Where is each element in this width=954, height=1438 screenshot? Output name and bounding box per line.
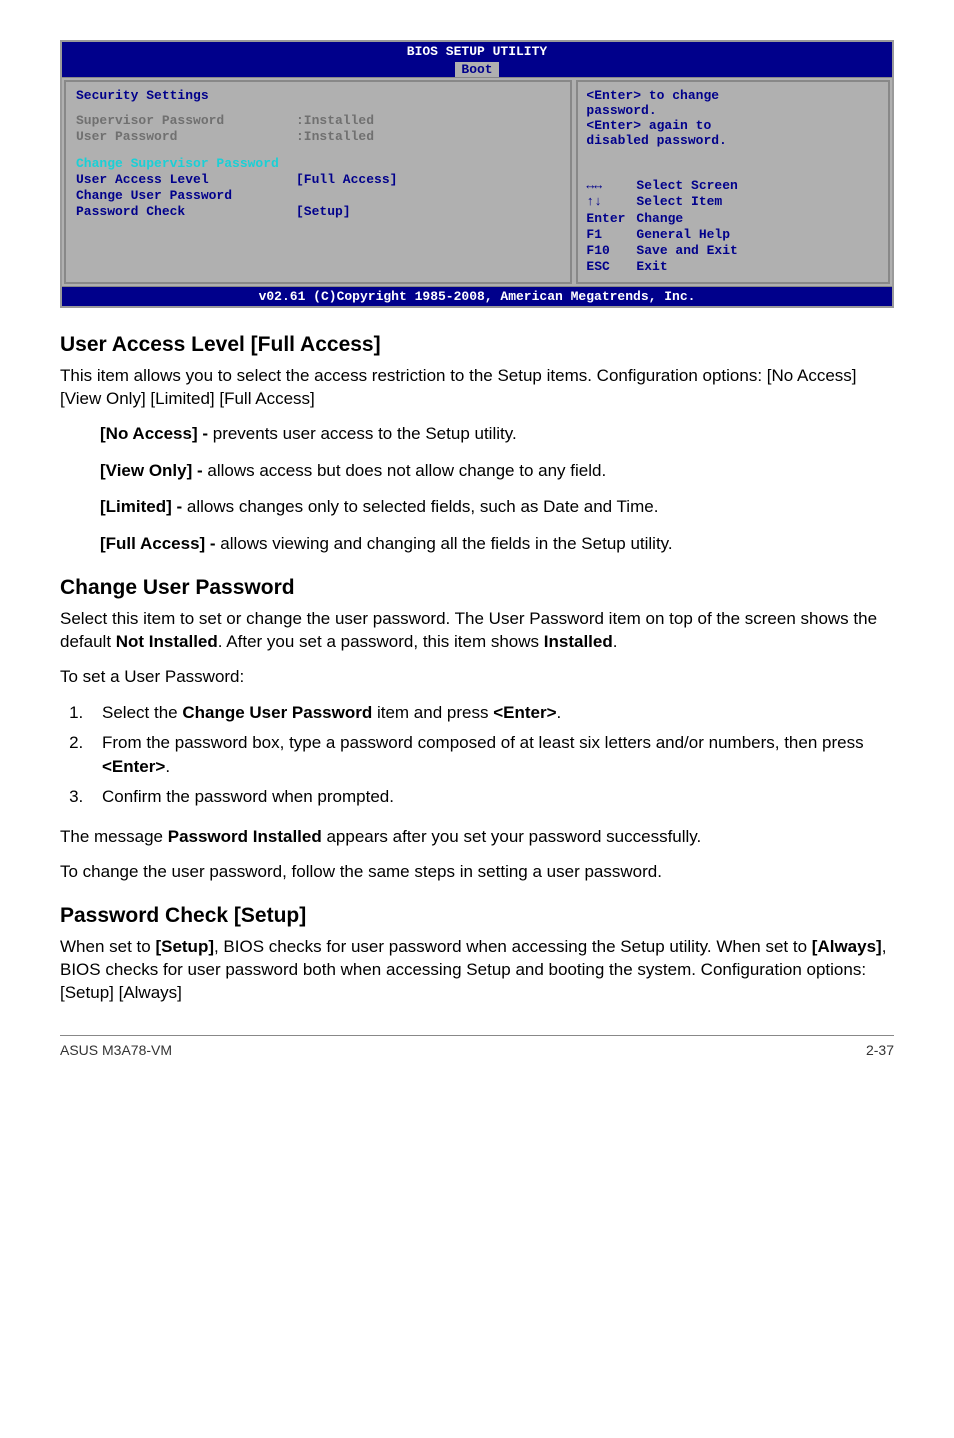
user-password-value: :Installed <box>296 129 560 145</box>
bios-screenshot: BIOS SETUP UTILITY Boot Security Setting… <box>60 40 894 308</box>
options-list: [No Access] - prevents user access to th… <box>100 423 894 557</box>
bios-right-pane: <Enter> to change password. <Enter> agai… <box>576 80 890 284</box>
step-2: From the password box, type a password c… <box>88 731 894 779</box>
paragraph: To set a User Password: <box>60 666 894 689</box>
step-1: Select the Change User Password item and… <box>88 701 894 725</box>
password-check-item[interactable]: Password Check <box>76 204 296 220</box>
bios-help-text: <Enter> to change password. <Enter> agai… <box>586 88 880 148</box>
nav-select-screen: Select Screen <box>636 178 737 194</box>
supervisor-password-value: :Installed <box>296 113 560 129</box>
user-password-label: User Password <box>76 129 296 145</box>
nav-action-exit: Exit <box>636 259 667 275</box>
change-user-password-item[interactable]: Change User Password <box>76 188 232 204</box>
bios-header: BIOS SETUP UTILITY Boot <box>62 42 892 77</box>
page-footer: ASUS M3A78-VM 2-37 <box>60 1035 894 1058</box>
nav-action-save: Save and Exit <box>636 243 737 259</box>
option-limited: [Limited] - allows changes only to selec… <box>100 496 894 519</box>
paragraph: The message Password Installed appears a… <box>60 826 894 849</box>
heading-user-access-level: User Access Level [Full Access] <box>60 333 894 357</box>
heading-password-check: Password Check [Setup] <box>60 904 894 928</box>
change-supervisor-password-item[interactable]: Change Supervisor Password <box>76 156 279 172</box>
bios-left-pane: Security Settings Supervisor Password :I… <box>64 80 572 284</box>
paragraph: This item allows you to select the acces… <box>60 365 894 411</box>
paragraph: When set to [Setup], BIOS checks for use… <box>60 936 894 1005</box>
user-access-level-value: [Full Access] <box>296 172 560 188</box>
bios-tab-boot: Boot <box>455 62 498 78</box>
help-line: disabled password. <box>586 133 880 148</box>
password-check-value: [Setup] <box>296 204 560 220</box>
nav-key-f1: F1 <box>586 227 636 243</box>
arrows-lr-icon: ↔↔ <box>586 178 636 194</box>
nav-key-enter: Enter <box>586 211 636 227</box>
nav-key-esc: ESC <box>586 259 636 275</box>
nav-key-f10: F10 <box>586 243 636 259</box>
option-no-access: [No Access] - prevents user access to th… <box>100 423 894 446</box>
heading-change-user-password: Change User Password <box>60 576 894 600</box>
option-full-access: [Full Access] - allows viewing and chang… <box>100 533 894 556</box>
nav-action-change: Change <box>636 211 683 227</box>
nav-action-help: General Help <box>636 227 730 243</box>
option-view-only: [View Only] - allows access but does not… <box>100 460 894 483</box>
supervisor-password-label: Supervisor Password <box>76 113 296 129</box>
bios-nav-hints: ↔↔ Select Screen ↑↓ Select Item Enter Ch… <box>586 178 880 276</box>
paragraph: Select this item to set or change the us… <box>60 608 894 654</box>
step-3: Confirm the password when prompted. <box>88 785 894 809</box>
bios-footer: v02.61 (C)Copyright 1985-2008, American … <box>62 287 892 306</box>
nav-select-item: Select Item <box>636 194 722 210</box>
footer-page-number: 2-37 <box>866 1042 894 1058</box>
help-line: <Enter> to change <box>586 88 880 103</box>
paragraph: To change the user password, follow the … <box>60 861 894 884</box>
bios-title: BIOS SETUP UTILITY <box>62 44 892 60</box>
steps-list: Select the Change User Password item and… <box>60 701 894 808</box>
help-line: <Enter> again to <box>586 118 880 133</box>
user-access-level-item[interactable]: User Access Level <box>76 172 296 188</box>
footer-product: ASUS M3A78-VM <box>60 1042 172 1058</box>
help-line: password. <box>586 103 880 118</box>
bios-section-title: Security Settings <box>76 88 560 103</box>
arrows-ud-icon: ↑↓ <box>586 194 636 210</box>
